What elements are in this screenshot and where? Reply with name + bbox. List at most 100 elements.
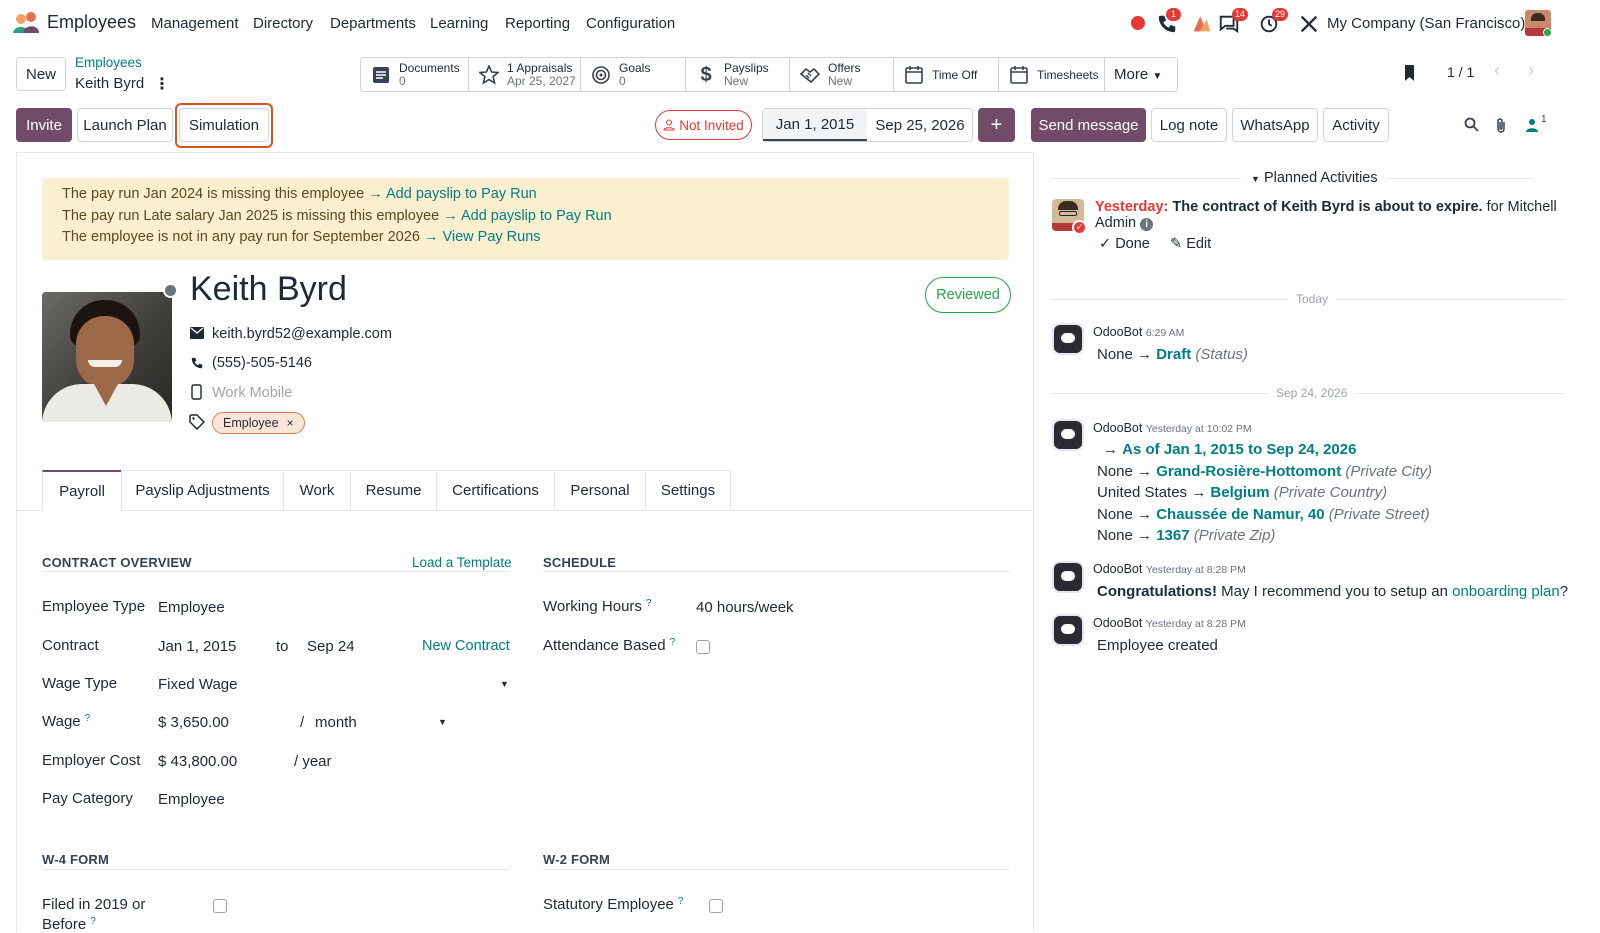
breadcrumb-employees[interactable]: Employees <box>75 55 142 70</box>
offers-smart-button[interactable]: Offers New <box>790 58 894 92</box>
attendance-based-checkbox[interactable] <box>696 640 710 654</box>
wage-field[interactable]: $ 3,650.00 <box>158 714 229 731</box>
tab-resume[interactable]: Resume <box>350 470 437 510</box>
onboarding-plan-link[interactable]: onboarding plan <box>1452 583 1560 600</box>
view-pay-runs-link[interactable]: → View Pay Runs <box>424 229 541 245</box>
help-icon[interactable]: ? <box>90 916 96 927</box>
record-actions-menu-icon[interactable]: ⋮ <box>154 74 170 94</box>
reviewed-status-badge[interactable]: Reviewed <box>925 277 1011 313</box>
contract-start-field[interactable]: Jan 1, 2015 <box>158 638 236 655</box>
tab-work[interactable]: Work <box>283 470 351 510</box>
work-mobile-field[interactable]: Work Mobile <box>212 385 292 401</box>
activity-due-label: Yesterday: <box>1095 199 1169 215</box>
employer-cost-period: / year <box>294 753 332 770</box>
simulation-button[interactable]: Simulation <box>179 108 269 142</box>
employee-photo[interactable] <box>42 292 172 422</box>
menu-configuration[interactable]: Configuration <box>586 15 675 32</box>
activity-edit-button[interactable]: ✎ Edit <box>1170 236 1211 252</box>
whatsapp-button[interactable]: WhatsApp <box>1232 108 1318 142</box>
send-message-button[interactable]: Send message <box>1031 108 1146 142</box>
filed-2019-checkbox[interactable] <box>213 899 227 913</box>
planned-activities-label: Planned Activities <box>1263 170 1378 186</box>
record-icon[interactable] <box>1131 16 1145 30</box>
add-payslip-link-1[interactable]: → Add payslip to Pay Run <box>368 186 536 202</box>
date-to-field[interactable]: Sep 25, 2026 <box>868 109 972 141</box>
tab-personal[interactable]: Personal <box>554 470 646 510</box>
pager-value[interactable]: 1 / 1 <box>1447 64 1474 80</box>
tab-payslip-adjustments[interactable]: Payslip Adjustments <box>121 470 284 510</box>
help-icon[interactable]: ? <box>646 598 652 609</box>
message-author: OdooBot Yesterday at 8:28 PM <box>1093 562 1246 576</box>
contract-end-field[interactable]: Sep 24 <box>307 638 355 655</box>
activity-button[interactable]: Activity <box>1323 108 1389 142</box>
ai-icon[interactable] <box>1191 13 1213 35</box>
help-icon[interactable]: ? <box>678 896 684 907</box>
appraisals-smart-button[interactable]: 1 Appraisals Apr 25, 2027 <box>469 58 581 92</box>
message-time: Yesterday at 8:28 PM <box>1145 564 1246 576</box>
tab-certifications[interactable]: Certifications <box>436 470 555 510</box>
date-from-field[interactable]: Jan 1, 2015 <box>763 109 867 141</box>
activity-done-button[interactable]: ✓ Done <box>1099 236 1150 252</box>
invite-button[interactable]: Invite <box>16 108 72 142</box>
followers-icon[interactable] <box>1525 118 1539 132</box>
tracking-period[interactable]: As of Jan 1, 2015 to Sep 24, 2026 <box>1122 441 1356 458</box>
wage-type-caret-icon[interactable]: ▼ <box>500 679 509 689</box>
menu-departments[interactable]: Departments <box>330 15 416 32</box>
employees-app-icon[interactable] <box>12 11 40 35</box>
tab-settings[interactable]: Settings <box>645 470 731 510</box>
add-button[interactable]: + <box>978 108 1015 142</box>
paperclip-icon[interactable] <box>1495 117 1507 134</box>
new-contract-link[interactable]: New Contract <box>422 638 510 654</box>
employee-type-field[interactable]: Employee <box>158 599 225 616</box>
new-button[interactable]: New <box>16 57 66 91</box>
tracking-line-street: None → Chaussée de Namur, 40 (Private St… <box>1097 506 1430 523</box>
help-icon[interactable]: ? <box>670 637 676 648</box>
timesheets-smart-button[interactable]: Timesheets <box>999 58 1105 92</box>
menu-reporting[interactable]: Reporting <box>505 15 570 32</box>
more-dropdown[interactable]: More ▼ <box>1114 66 1162 83</box>
pager-previous-icon[interactable]: ‹ <box>1494 60 1500 81</box>
check-icon: ✓ <box>1099 236 1112 252</box>
remove-tag-icon[interactable]: × <box>287 416 294 430</box>
launch-plan-button[interactable]: Launch Plan <box>77 108 173 142</box>
menu-learning[interactable]: Learning <box>430 15 488 32</box>
info-icon[interactable]: i <box>1140 218 1154 231</box>
tracking-header: → As of Jan 1, 2015 to Sep 24, 2026 <box>1103 441 1357 458</box>
tab-payroll[interactable]: Payroll <box>42 470 122 511</box>
load-template-link[interactable]: Load a Template <box>412 555 512 570</box>
employee-tag[interactable]: Employee × <box>212 412 305 434</box>
company-switcher[interactable]: My Company (San Francisco) <box>1327 15 1525 32</box>
work-phone-field[interactable]: (555)-505-5146 <box>212 355 312 371</box>
pay-category-field[interactable]: Employee <box>158 791 225 808</box>
statutory-employee-checkbox[interactable] <box>709 899 723 913</box>
timeoff-smart-button[interactable]: Time Off <box>894 58 999 92</box>
documents-smart-button[interactable]: Documents 0 <box>361 58 469 92</box>
old-value: None <box>1097 346 1133 363</box>
planned-activities-toggle[interactable]: ▼ Planned Activities <box>1241 170 1388 186</box>
goals-smart-button[interactable]: Goals 0 <box>581 58 686 92</box>
app-title[interactable]: Employees <box>47 12 136 33</box>
employee-name[interactable]: Keith Byrd <box>190 270 347 309</box>
pager-next-icon[interactable]: › <box>1528 60 1534 81</box>
search-icon[interactable] <box>1464 117 1479 132</box>
alert-line-2: The pay run Late salary Jan 2025 is miss… <box>62 208 612 224</box>
wage-type-select[interactable]: Fixed Wage <box>158 676 237 693</box>
wage-period-select[interactable]: month <box>315 714 357 731</box>
email-field[interactable]: keith.byrd52@example.com <box>212 326 392 342</box>
working-hours-field[interactable]: 40 hours/week <box>696 599 794 616</box>
tools-icon[interactable] <box>1298 13 1320 35</box>
tracking-line-zip: None → 1367 (Private Zip) <box>1097 527 1276 544</box>
log-note-button[interactable]: Log note <box>1151 108 1227 142</box>
menu-management[interactable]: Management <box>151 15 239 32</box>
author-name: OdooBot <box>1093 325 1143 339</box>
help-icon[interactable]: ? <box>85 713 91 724</box>
onboarding-message: Congratulations! May I recommend you to … <box>1097 583 1568 600</box>
bookmark-icon[interactable] <box>1402 63 1418 83</box>
payslips-smart-button[interactable]: $ Payslips New <box>686 58 790 92</box>
wage-period-caret-icon[interactable]: ▼ <box>438 717 447 727</box>
not-invited-badge[interactable]: Not Invited <box>655 110 752 140</box>
employer-cost-field[interactable]: $ 43,800.00 <box>158 753 237 770</box>
menu-directory[interactable]: Directory <box>253 15 313 32</box>
add-payslip-link-2[interactable]: → Add payslip to Pay Run <box>443 208 611 224</box>
field-name: (Private Country) <box>1273 484 1388 501</box>
